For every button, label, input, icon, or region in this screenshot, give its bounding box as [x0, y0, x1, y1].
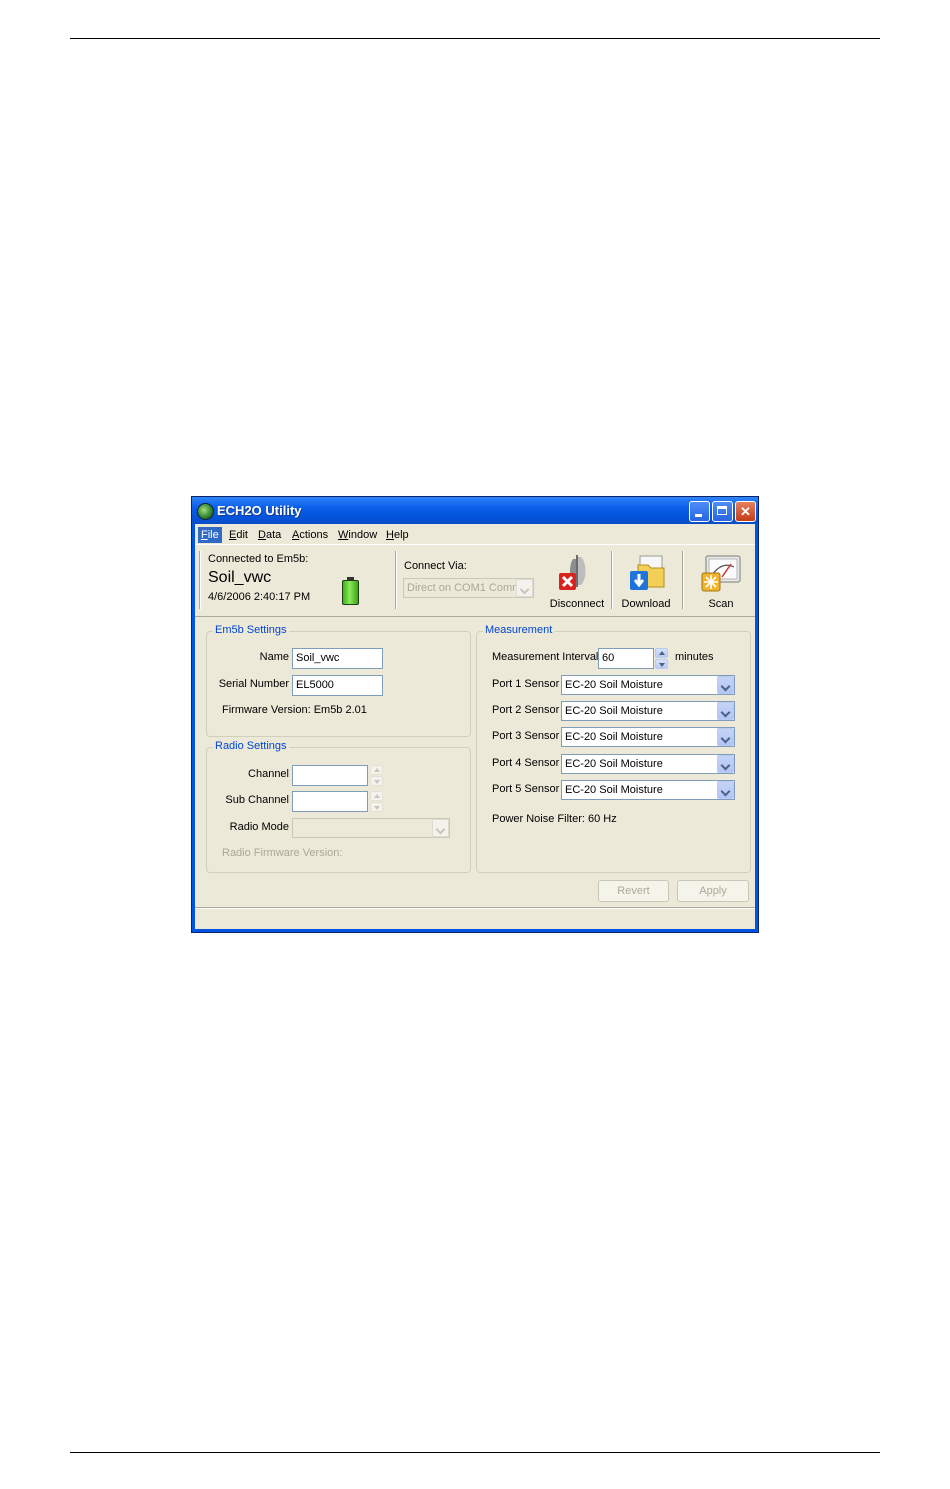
radio-firmware-version: Radio Firmware Version:	[222, 847, 343, 859]
port-5-label: Port 5 Sensor	[492, 783, 560, 795]
chevron-down-icon	[717, 755, 734, 773]
serial-number-label: Serial Number	[218, 678, 289, 690]
menu-actions[interactable]: Actions	[289, 527, 331, 543]
menu-edit[interactable]: Edit	[226, 527, 251, 543]
menu-help[interactable]: Help	[383, 527, 412, 543]
channel-label: Channel	[248, 768, 289, 780]
connect-via-label: Connect Via:	[404, 560, 467, 572]
measurement-group: Measurement Measurement Interval 60 minu…	[476, 624, 751, 873]
maximize-icon[interactable]	[712, 501, 733, 522]
connect-via-value: Direct on COM1 Comm	[407, 582, 522, 594]
scan-button[interactable]: Scan	[690, 545, 752, 615]
radio-settings-group: Radio Settings Channel Sub Channel Radio…	[206, 740, 471, 873]
menu-bar: File Edit Data Actions Window Help	[195, 524, 755, 544]
em5b-settings-group: Em5b Settings Name Soil_vwc Serial Numbe…	[206, 624, 471, 737]
measurement-interval-field[interactable]: 60	[598, 648, 654, 669]
app-icon	[197, 503, 214, 520]
minimize-icon[interactable]	[689, 501, 710, 522]
separator	[611, 551, 613, 609]
port-1-select[interactable]: EC-20 Soil Moisture	[561, 675, 735, 695]
connected-label: Connected to Em5b:	[208, 553, 309, 565]
connection-toolbar: Connected to Em5b: Soil_vwc 4/6/2006 2:4…	[195, 544, 755, 617]
menu-file[interactable]: File	[198, 527, 222, 543]
measurement-interval-spinner[interactable]	[655, 648, 668, 669]
radio-mode-label: Radio Mode	[229, 821, 289, 833]
separator	[682, 551, 684, 609]
port-5-value: EC-20 Soil Moisture	[565, 784, 663, 796]
measurement-interval-label: Measurement Interval	[492, 651, 599, 663]
connect-via-select[interactable]: Direct on COM1 Comm	[403, 578, 534, 598]
chevron-down-icon	[432, 819, 449, 837]
revert-button[interactable]: Revert	[598, 880, 669, 902]
em5b-settings-title: Em5b Settings	[213, 624, 289, 636]
port-5-select[interactable]: EC-20 Soil Moisture	[561, 780, 735, 800]
em5b-firmware-version: Firmware Version: Em5b 2.01	[222, 704, 367, 716]
download-label: Download	[621, 598, 671, 610]
window-title: ECH2O Utility	[217, 503, 302, 518]
port-1-value: EC-20 Soil Moisture	[565, 679, 663, 691]
chevron-down-icon	[717, 676, 734, 694]
channel-spinner[interactable]	[370, 765, 383, 786]
app-window: ECH2O Utility ✕ File Edit Data Actions W…	[191, 496, 759, 933]
serial-number-field[interactable]: EL5000	[292, 675, 383, 696]
disconnect-icon	[559, 555, 586, 590]
chevron-down-icon	[717, 728, 734, 746]
client-area: File Edit Data Actions Window Help Conne…	[195, 524, 755, 929]
download-button[interactable]: Download	[615, 545, 677, 615]
port-3-value: EC-20 Soil Moisture	[565, 731, 663, 743]
connection-timestamp: 4/6/2006 2:40:17 PM	[208, 591, 311, 603]
menu-window[interactable]: Window	[335, 527, 380, 543]
name-label: Name	[259, 651, 289, 663]
interval-unit: minutes	[675, 651, 714, 663]
battery-icon	[342, 577, 359, 605]
disconnect-button[interactable]: Disconnect	[543, 545, 611, 615]
chevron-down-icon	[717, 781, 734, 799]
disconnect-label: Disconnect	[549, 598, 605, 610]
status-bar	[195, 908, 755, 929]
download-icon	[630, 555, 665, 590]
port-2-value: EC-20 Soil Moisture	[565, 705, 663, 717]
sub-channel-field[interactable]	[292, 791, 368, 812]
port-4-value: EC-20 Soil Moisture	[565, 758, 663, 770]
page-top-rule	[70, 38, 880, 39]
chevron-down-icon	[516, 579, 533, 597]
menu-data[interactable]: Data	[255, 527, 284, 543]
port-4-select[interactable]: EC-20 Soil Moisture	[561, 754, 735, 774]
sub-channel-spinner[interactable]	[370, 791, 383, 812]
device-name: Soil_vwc	[208, 569, 272, 586]
name-field[interactable]: Soil_vwc	[292, 648, 383, 669]
port-2-select[interactable]: EC-20 Soil Moisture	[561, 701, 735, 721]
apply-button[interactable]: Apply	[677, 880, 749, 902]
power-noise-filter: Power Noise Filter: 60 Hz	[492, 813, 617, 825]
radio-settings-title: Radio Settings	[213, 740, 289, 752]
measurement-title: Measurement	[483, 624, 555, 636]
channel-field[interactable]	[292, 765, 368, 786]
port-3-label: Port 3 Sensor	[492, 730, 560, 742]
chevron-down-icon	[717, 702, 734, 720]
sub-channel-label: Sub Channel	[225, 794, 289, 806]
title-bar[interactable]: ECH2O Utility ✕	[192, 497, 758, 524]
scan-icon	[701, 555, 741, 592]
port-3-select[interactable]: EC-20 Soil Moisture	[561, 727, 735, 747]
separator	[199, 551, 201, 609]
radio-mode-select[interactable]	[292, 818, 450, 838]
scan-label: Scan	[708, 598, 734, 610]
separator	[395, 551, 397, 609]
port-4-label: Port 4 Sensor	[492, 757, 560, 769]
port-2-label: Port 2 Sensor	[492, 704, 560, 716]
close-icon[interactable]: ✕	[735, 501, 756, 522]
port-1-label: Port 1 Sensor	[492, 678, 560, 690]
page-bottom-rule	[70, 1452, 880, 1453]
